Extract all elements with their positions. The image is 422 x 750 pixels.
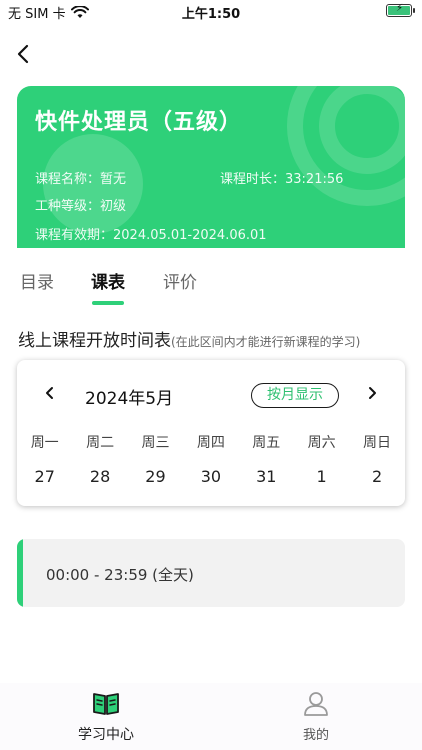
schedule-note: (在此区间内才能进行新课程的学习) — [171, 335, 361, 349]
time-slot-card: 00:00 - 23:59 (全天) — [17, 539, 405, 607]
time-slot-text: 00:00 - 23:59 (全天) — [46, 566, 194, 584]
nav-mine[interactable]: 我的 — [266, 691, 366, 743]
weekday-label: 周一 — [30, 435, 59, 451]
weekday-label: 周五 — [252, 435, 281, 451]
calendar-day[interactable]: 28 — [72, 467, 127, 486]
calendar-day[interactable]: 31 — [239, 467, 294, 486]
tab-reviews[interactable]: 评价 — [163, 268, 197, 293]
tab-catalog[interactable]: 目录 — [20, 268, 54, 293]
bottom-nav: 学习中心 我的 — [0, 683, 422, 750]
nav-mine-label: 我的 — [302, 728, 329, 743]
back-button[interactable] — [12, 40, 38, 68]
chevron-left-icon — [46, 387, 53, 399]
course-validity: 课程有效期：2024.05.01-2024.06.01 — [35, 228, 267, 243]
course-level: 工种等级：初级 — [35, 199, 127, 214]
schedule-title: 线上课程开放时间表(在此区间内才能进行新课程的学习) — [18, 326, 360, 351]
tab-schedule[interactable]: 课表 — [91, 268, 125, 293]
chevron-left-icon — [17, 44, 29, 64]
weekday-header: 周一 周二 周三 周四 周五 周六 周日 — [17, 432, 405, 452]
status-bar: 无 SIM 卡 上午1:50 ⚡ — [0, 0, 422, 24]
nav-learning-center[interactable]: 学习中心 — [56, 691, 156, 744]
nav-learning-center-label: 学习中心 — [78, 727, 134, 743]
calendar-day[interactable]: 29 — [128, 467, 183, 486]
user-icon — [304, 692, 328, 716]
calendar-month: 2024年5月 — [85, 389, 174, 409]
tab-bar: 目录 课表 评价 — [0, 262, 422, 308]
course-name: 课程名称：暂无 — [35, 172, 127, 187]
weekday-label: 周二 — [86, 435, 115, 451]
schedule-title-text: 线上课程开放时间表 — [18, 331, 171, 351]
chevron-right-icon — [369, 387, 376, 399]
course-duration: 课程时长：33:21:56 — [220, 172, 344, 187]
status-time: 上午1:50 — [181, 7, 241, 22]
weekday-label: 周三 — [141, 435, 170, 451]
battery-icon: ⚡ — [386, 3, 415, 17]
month-view-toggle[interactable]: 按月显示 — [251, 383, 339, 408]
calendar-week-row: 27 28 29 30 31 1 2 — [17, 467, 405, 486]
calendar-card: 2024年5月 按月显示 周一 周二 周三 周四 周五 周六 周日 27 28 … — [17, 360, 405, 506]
course-info-card: 快件处理员（五级） 课程名称：暂无 课程时长：33:21:56 工种等级：初级 … — [17, 86, 405, 248]
active-tab-indicator — [92, 301, 124, 305]
calendar-day-muted[interactable]: 2 — [349, 467, 404, 486]
next-month-button[interactable] — [363, 382, 381, 404]
calendar-day[interactable]: 27 — [17, 467, 72, 486]
calendar-day-muted[interactable]: 1 — [294, 467, 349, 486]
book-icon — [93, 693, 119, 715]
weekday-label: 周六 — [307, 435, 336, 451]
weekday-label: 周四 — [196, 435, 225, 451]
prev-month-button[interactable] — [41, 382, 59, 404]
weekday-label: 周日 — [363, 435, 392, 451]
time-slot-accent-bar — [17, 539, 23, 607]
calendar-day[interactable]: 30 — [183, 467, 238, 486]
course-title: 快件处理员（五级） — [35, 110, 243, 135]
